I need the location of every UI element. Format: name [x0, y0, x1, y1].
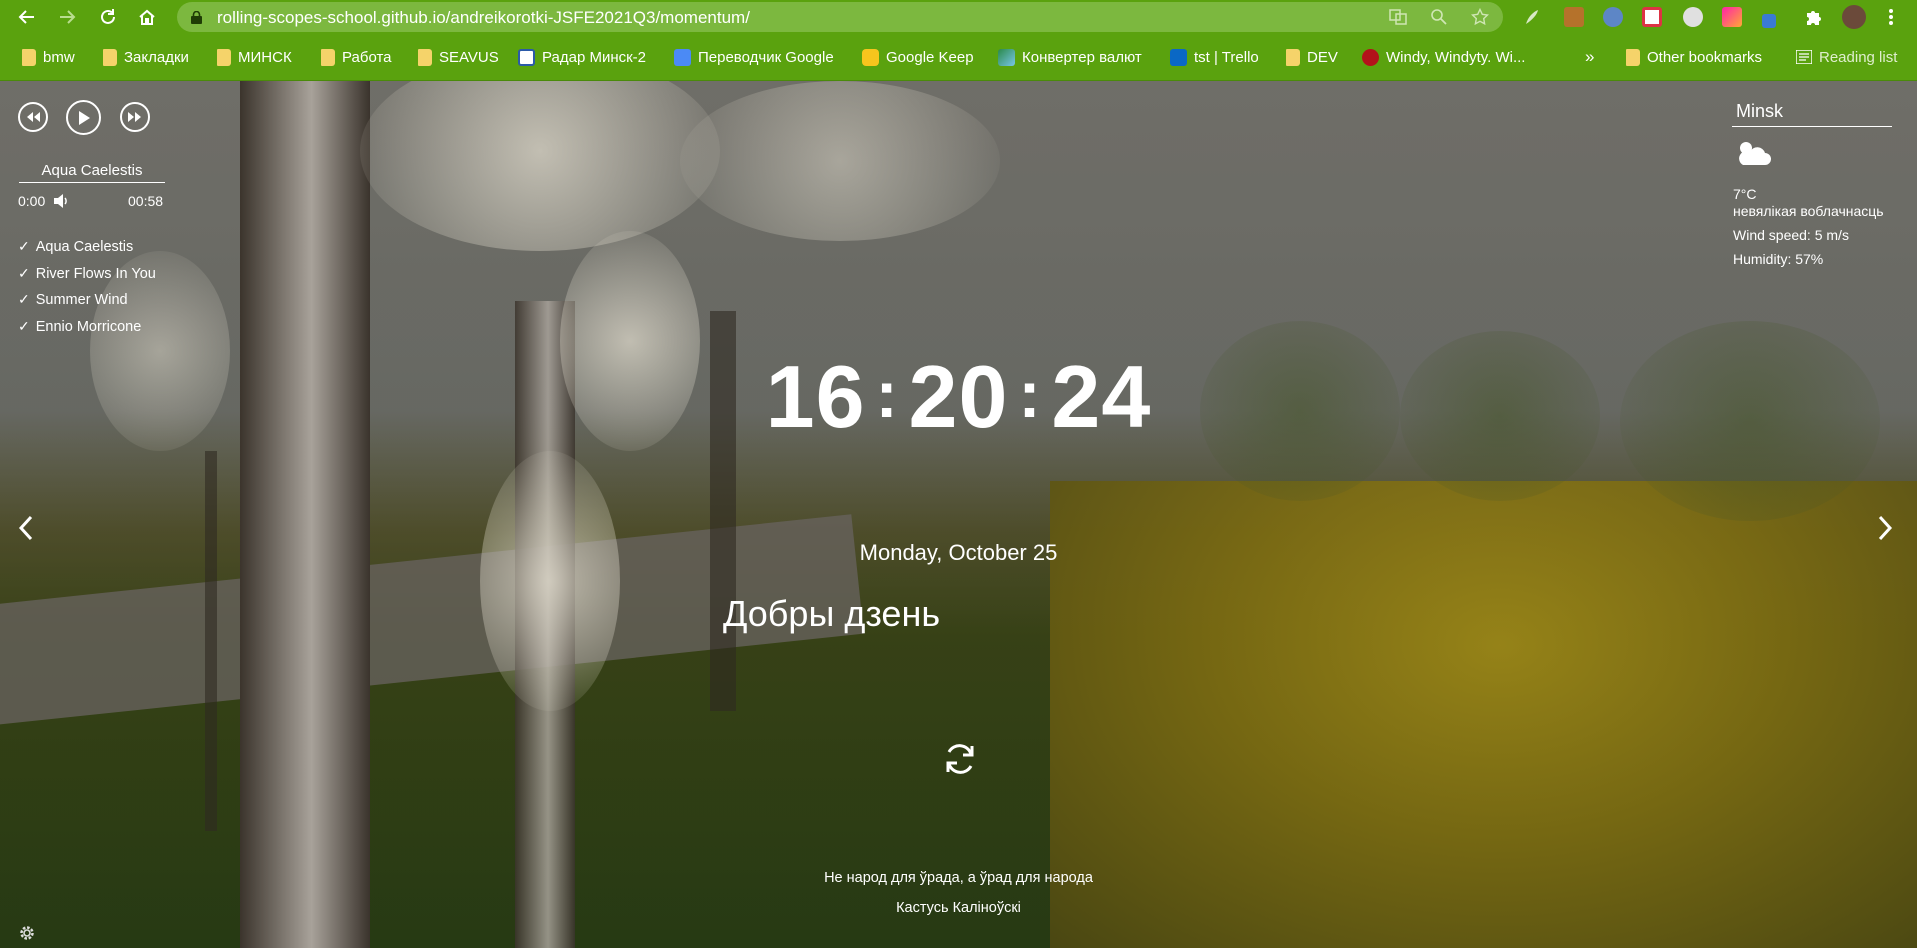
city-input[interactable]: Minsk — [1732, 101, 1892, 127]
clock: 16:20:24 — [0, 346, 1917, 448]
reading-list-icon — [1796, 50, 1812, 64]
refresh-icon — [946, 744, 974, 774]
browser-toolbar: rolling-scopes-school.github.io/andreiko… — [0, 0, 1917, 34]
trello-favicon — [1170, 48, 1187, 66]
folder-icon — [418, 48, 432, 66]
track-duration: 00:58 — [128, 193, 164, 209]
checkmark-icon: ✓ — [18, 291, 30, 307]
bookmark-minsk[interactable]: МИНСК — [217, 45, 292, 69]
profile-avatar[interactable] — [1842, 5, 1866, 29]
bookmark-google-keep[interactable]: Google Keep — [862, 45, 974, 69]
reload-button[interactable] — [96, 5, 120, 29]
lock-icon — [191, 11, 202, 24]
translate-icon[interactable] — [1389, 8, 1407, 26]
folder-icon — [217, 48, 231, 66]
quote-author: Кастусь Каліноўскі — [896, 900, 1021, 916]
date: Monday, October 25 — [859, 540, 1058, 565]
forward-button[interactable] — [55, 5, 79, 29]
chevron-left-icon — [18, 515, 33, 541]
next-track-button[interactable] — [120, 102, 150, 132]
arrow-right-icon — [60, 10, 76, 24]
folder-icon — [1626, 48, 1640, 66]
bookmark-currency-converter[interactable]: Конвертер валют — [998, 45, 1142, 69]
bookmarks-bar: bmw Закладки МИНСК Работа SEAVUS Радар М… — [0, 34, 1917, 81]
folder-icon — [321, 48, 335, 66]
back-button[interactable] — [15, 5, 39, 29]
currency-converter-favicon — [998, 48, 1015, 66]
address-bar[interactable]: rolling-scopes-school.github.io/andreiko… — [177, 2, 1503, 32]
bookmark-google-translate[interactable]: Переводчик Google — [674, 45, 834, 69]
extension-orange-icon[interactable] — [1564, 7, 1584, 27]
clock-separator: : — [875, 357, 899, 431]
momentum-page: Aqua Caelestis 0:00 00:58 ✓ Aqua Caelesti… — [0, 81, 1917, 948]
bookmark-trello[interactable]: tst | Trello — [1170, 45, 1259, 69]
zoom-icon[interactable] — [1430, 8, 1448, 26]
quote-text: Не народ для ўрада, а ўрад для народа — [824, 870, 1093, 886]
volume-button[interactable] — [53, 193, 71, 214]
radar-favicon — [518, 48, 535, 66]
weather-temperature: 7°C — [1733, 186, 1757, 202]
extension-pen-icon[interactable] — [1762, 14, 1776, 28]
reload-icon — [101, 9, 115, 24]
folder-icon — [103, 48, 117, 66]
rewind-icon — [27, 112, 40, 122]
reading-list[interactable]: Reading list — [1796, 45, 1897, 69]
playlist-item[interactable]: ✓ Ennio Morricone — [18, 318, 156, 345]
bookmark-dev[interactable]: DEV — [1286, 45, 1338, 69]
clock-minutes: 20 — [908, 347, 1009, 446]
star-icon[interactable] — [1471, 8, 1489, 26]
settings-button[interactable] — [18, 924, 36, 947]
weather-description: невялікая воблачнасць — [1733, 203, 1884, 219]
other-bookmarks[interactable]: Other bookmarks — [1626, 45, 1762, 69]
extension-feather-icon[interactable] — [1522, 7, 1542, 27]
previous-track-button[interactable] — [18, 102, 48, 132]
change-quote-button[interactable] — [942, 741, 978, 782]
volume-icon — [54, 194, 67, 208]
checkmark-icon: ✓ — [18, 238, 30, 254]
play-icon — [78, 110, 90, 125]
chevron-right-icon — [1878, 515, 1893, 541]
gear-icon — [20, 926, 34, 940]
bookmarks-overflow-button[interactable]: » — [1585, 45, 1594, 69]
bookmark-bmw[interactable]: bmw — [22, 45, 75, 69]
current-track-title: Aqua Caelestis — [19, 162, 165, 183]
extension-cross-icon[interactable] — [1642, 7, 1662, 27]
extension-gear-icon[interactable] — [1683, 7, 1703, 27]
checkmark-icon: ✓ — [18, 264, 30, 281]
clock-seconds: 24 — [1051, 347, 1152, 446]
windy-favicon — [1362, 48, 1379, 66]
play-button[interactable] — [66, 100, 101, 135]
google-translate-favicon — [674, 48, 691, 66]
playlist: ✓ Aqua Caelestis ✓ River Flows In You ✓ Sum… — [18, 238, 156, 344]
extensions-puzzle-icon[interactable] — [1803, 7, 1823, 27]
extension-color-icon[interactable] — [1722, 7, 1742, 27]
home-button[interactable] — [135, 5, 159, 29]
folder-icon — [1286, 48, 1300, 66]
extension-blue-icon[interactable] — [1603, 7, 1623, 27]
humidity: Humidity: 57% — [1733, 251, 1824, 267]
folder-icon — [22, 48, 36, 66]
clock-hours: 16 — [765, 347, 866, 446]
url-text: rolling-scopes-school.github.io/andreiko… — [217, 8, 750, 27]
fast-forward-icon — [128, 112, 141, 122]
google-keep-favicon — [862, 48, 879, 66]
wind-speed: Wind speed: 5 m/s — [1733, 227, 1849, 243]
chevron-double-right-icon: » — [1585, 47, 1595, 66]
browser-menu-icon[interactable] — [1888, 7, 1894, 27]
bookmark-windy[interactable]: Windy, Windyty. Wi... — [1362, 45, 1525, 69]
playlist-item[interactable]: ✓ Aqua Caelestis — [18, 238, 156, 265]
bookmark-seavus[interactable]: SEAVUS — [418, 45, 499, 69]
bookmark-radar[interactable]: Радар Минск-2 — [518, 45, 646, 69]
checkmark-icon: ✓ — [18, 317, 30, 334]
partly-cloudy-icon — [1739, 142, 1771, 165]
playlist-item[interactable]: ✓ River Flows In You — [18, 265, 156, 292]
bookmark-zakladki[interactable]: Закладки — [103, 45, 189, 69]
playlist-item[interactable]: ✓ Summer Wind — [18, 291, 156, 318]
current-time: 0:00 — [18, 193, 46, 209]
bookmark-rabota[interactable]: Работа — [321, 45, 392, 69]
home-icon — [139, 9, 155, 25]
greeting: Добры дзень — [723, 593, 941, 634]
clock-separator: : — [1018, 357, 1042, 431]
arrow-left-icon — [18, 10, 34, 24]
